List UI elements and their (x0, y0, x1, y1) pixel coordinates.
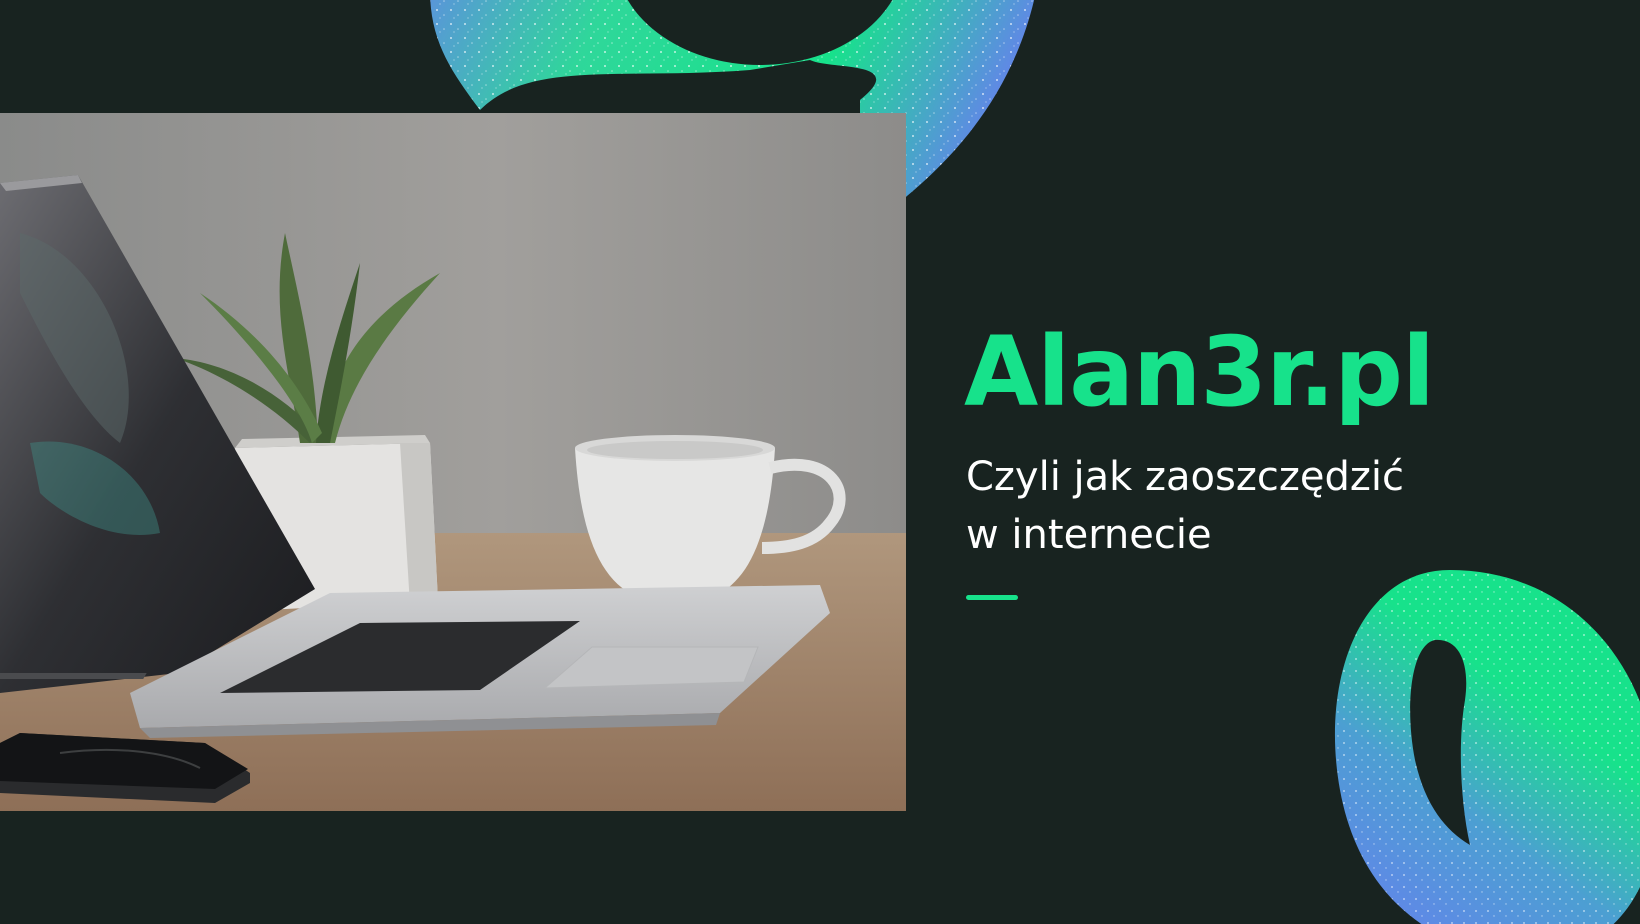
subtitle-line-1: Czyli jak zaoszczędzić (966, 454, 1404, 500)
brand-title: Alan3r.pl (964, 316, 1435, 428)
accent-divider (966, 595, 1018, 600)
hero-photo (0, 113, 906, 811)
decorative-ring-bottom (1334, 570, 1640, 924)
subtitle-line-2: w internecie (966, 512, 1212, 558)
banner: Alan3r.pl Czyli jak zaoszczędzić w inter… (0, 0, 1640, 924)
subtitle: Czyli jak zaoszczędzić w internecie (966, 448, 1486, 564)
